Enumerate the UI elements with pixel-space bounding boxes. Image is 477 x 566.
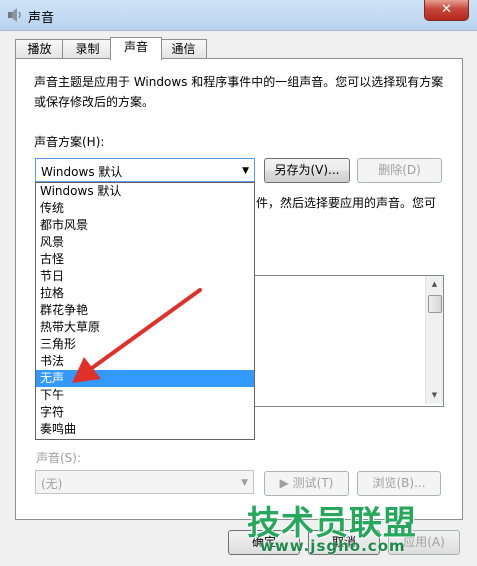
scheme-option[interactable]: 拉格 xyxy=(36,285,254,302)
scheme-description: 声音主题是应用于 Windows 和程序事件中的一组声音。您可以选择现有方案或保… xyxy=(34,75,444,109)
window-title: 声音 xyxy=(28,11,55,26)
scheme-option[interactable]: 节日 xyxy=(36,268,254,285)
chevron-down-icon: ▼ xyxy=(242,166,249,176)
scheme-option[interactable]: 风景 xyxy=(36,234,254,251)
sound-scheme-label: 声音方案(H): xyxy=(34,135,105,149)
title-bar: 声音 ✕ xyxy=(0,0,477,31)
scheme-option[interactable]: 书法 xyxy=(36,353,254,370)
scheme-option[interactable]: 群花争艳 xyxy=(36,302,254,319)
tab-playback[interactable]: 播放 xyxy=(15,39,64,59)
vertical-scrollbar[interactable]: ▲ ▼ xyxy=(425,276,443,404)
speaker-icon xyxy=(8,8,21,22)
scroll-up-icon[interactable]: ▲ xyxy=(426,276,443,293)
scroll-down-icon[interactable]: ▼ xyxy=(426,387,443,404)
delete-button: 删除(D) xyxy=(357,158,442,183)
scheme-option[interactable]: 都市风景 xyxy=(36,217,254,234)
save-as-button[interactable]: 另存为(V)... xyxy=(264,158,350,183)
chevron-down-icon: ▼ xyxy=(241,478,248,488)
close-button[interactable]: ✕ xyxy=(424,0,469,21)
scheme-option[interactable]: 下午 xyxy=(36,387,254,404)
scheme-option[interactable]: 传统 xyxy=(36,200,254,217)
sound-scheme-select[interactable]: Windows 默认 ▼ xyxy=(35,158,255,182)
tab-sounds[interactable]: 声音 xyxy=(110,37,162,60)
events-instruction-text: 件，然后选择要应用的声音。您可 xyxy=(256,196,437,210)
sound-value: (无) xyxy=(41,477,63,491)
watermark-url: www.jsgho.com xyxy=(260,537,406,555)
scheme-option-selected[interactable]: 无声 xyxy=(36,370,254,387)
tab-recording[interactable]: 录制 xyxy=(62,39,113,59)
scheme-option[interactable]: 古怪 xyxy=(36,251,254,268)
scheme-option[interactable]: 奏鸣曲 xyxy=(36,421,254,438)
browse-button: 浏览(B)... xyxy=(357,471,441,496)
sound-scheme-value: Windows 默认 xyxy=(41,165,123,179)
scheme-dropdown-list[interactable]: Windows 默认 传统 都市风景 风景 古怪 节日 拉格 群花争艳 热带大草… xyxy=(35,182,255,440)
scheme-option[interactable]: 字符 xyxy=(36,404,254,421)
test-button: ▶ 测试(T) xyxy=(264,471,349,496)
sound-label: 声音(S): xyxy=(36,451,82,465)
scroll-thumb[interactable] xyxy=(428,295,442,313)
sound-select: (无) ▼ xyxy=(35,470,254,494)
scheme-option[interactable]: 热带大草原 xyxy=(36,319,254,336)
scheme-option[interactable]: 三角形 xyxy=(36,336,254,353)
scheme-option[interactable]: Windows 默认 xyxy=(36,183,254,200)
tab-communications[interactable]: 通信 xyxy=(160,39,207,59)
close-icon: ✕ xyxy=(441,2,452,17)
